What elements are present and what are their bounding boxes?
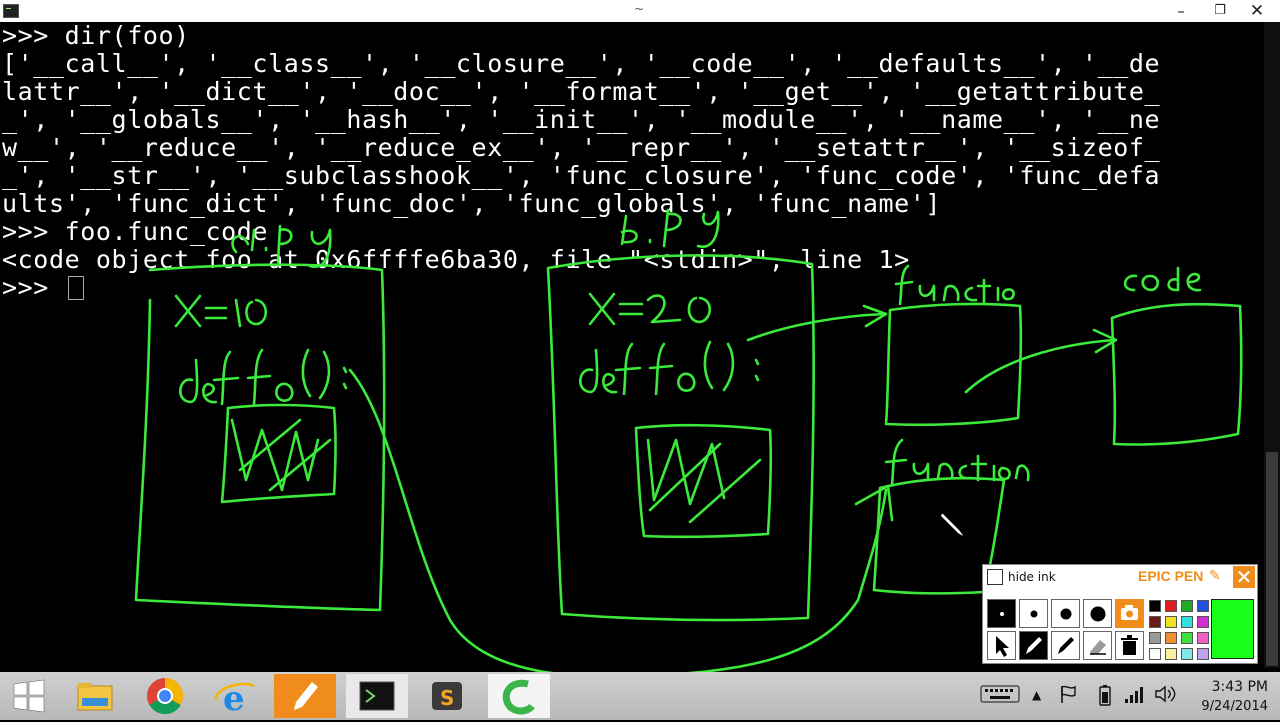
hide-ink-label[interactable]: hide ink	[1008, 570, 1056, 584]
pen-cursor-icon	[939, 510, 967, 539]
terminal-line: >>> foo.func_code	[2, 217, 269, 246]
network-signal-icon[interactable]	[1124, 684, 1146, 709]
taskbar: e S ▲ 3:43 PM 9/24/2014	[0, 672, 1280, 720]
svg-text:S: S	[440, 686, 454, 710]
trash-icon[interactable]	[1115, 631, 1144, 660]
highlighter-icon[interactable]	[1051, 631, 1080, 660]
pen-tool-icon[interactable]	[1019, 631, 1048, 660]
battery-icon[interactable]	[1098, 684, 1112, 711]
terminal-line: ['__call__', '__class__', '__closure__',…	[2, 49, 1161, 78]
brush-size-medium-button[interactable]	[1051, 599, 1080, 628]
epic-pen-taskbar-icon[interactable]	[274, 674, 336, 718]
eraser-icon[interactable]	[1083, 631, 1112, 660]
camtasia-icon[interactable]	[488, 674, 550, 718]
hide-ink-checkbox[interactable]	[987, 569, 1003, 585]
color-swatch[interactable]	[1197, 616, 1209, 628]
window-title-bar[interactable]: ~ – ❐ ✕	[0, 0, 1280, 22]
terminal-line: >>> dir(foo)	[2, 22, 190, 50]
action-center-flag-icon[interactable]	[1058, 684, 1078, 709]
terminal-prompt-line: >>>	[2, 273, 65, 302]
color-swatch[interactable]	[1181, 648, 1193, 660]
color-swatch[interactable]	[1165, 648, 1177, 660]
sublime-text-icon[interactable]: S	[416, 674, 478, 718]
color-swatch[interactable]	[1165, 616, 1177, 628]
terminal-app-icon[interactable]	[3, 4, 19, 18]
color-swatch[interactable]	[1197, 632, 1209, 644]
color-swatch[interactable]	[1149, 600, 1161, 612]
keyboard-icon[interactable]	[980, 684, 1020, 709]
pointer-icon[interactable]	[987, 631, 1016, 660]
show-hidden-icons-icon[interactable]: ▲	[1032, 688, 1041, 702]
maximize-button[interactable]: ❐	[1203, 0, 1237, 22]
terminal-line: _', '__globals__', '__hash__', '__init__…	[2, 105, 1161, 134]
color-swatch[interactable]	[1149, 616, 1161, 628]
brush-size-small-button[interactable]	[1019, 599, 1048, 628]
clock-time[interactable]: 3:43 PM	[1190, 679, 1268, 695]
color-swatch[interactable]	[1149, 632, 1161, 644]
terminal-line: _', '__str__', '__subclasshook__', 'func…	[2, 161, 1161, 190]
camera-icon[interactable]	[1115, 599, 1144, 628]
color-swatch[interactable]	[1197, 648, 1209, 660]
scrollbar-thumb[interactable]	[1266, 452, 1278, 666]
color-swatch[interactable]	[1197, 600, 1209, 612]
color-swatch[interactable]	[1181, 616, 1193, 628]
chrome-icon[interactable]	[134, 674, 196, 718]
minimize-button[interactable]: –	[1164, 0, 1198, 22]
internet-explorer-icon[interactable]: e	[204, 674, 266, 719]
color-swatch[interactable]	[1181, 632, 1193, 644]
volume-icon[interactable]	[1154, 684, 1178, 709]
color-swatch[interactable]	[1149, 648, 1161, 660]
terminal-line: <code object foo at 0x6ffffe6ba30, file …	[2, 245, 910, 274]
color-swatch[interactable]	[1165, 600, 1177, 612]
vertical-scrollbar[interactable]	[1264, 22, 1280, 668]
terminal-line: ults', 'func_dict', 'func_doc', 'func_gl…	[2, 189, 942, 218]
color-swatch[interactable]	[1165, 632, 1177, 644]
brush-size-tiny-button[interactable]	[987, 599, 1016, 628]
title-drag-marker: ~	[634, 2, 645, 16]
close-button[interactable]: ✕	[1240, 0, 1274, 22]
pencil-icon: ✎	[1209, 568, 1221, 584]
color-swatch[interactable]	[1181, 600, 1193, 612]
epic-pen-brand: EPIC PEN	[1138, 568, 1204, 584]
terminal-line: lattr__', '__dict__', '__doc__', '__form…	[2, 77, 1161, 106]
brush-size-large-button[interactable]	[1083, 599, 1112, 628]
epic-pen-close-button[interactable]: ✕	[1233, 566, 1255, 588]
epic-pen-toolbar: hide ink EPIC PEN ✎ ✕	[982, 564, 1258, 664]
file-explorer-icon[interactable]	[64, 674, 126, 718]
text-cursor	[68, 276, 84, 300]
start-button[interactable]	[0, 674, 60, 718]
selected-color-swatch[interactable]	[1211, 599, 1254, 659]
terminal-line: w__', '__reduce__', '__reduce_ex__', '__…	[2, 133, 1161, 162]
clock-date[interactable]: 9/24/2014	[1190, 699, 1268, 714]
terminal-taskbar-icon[interactable]	[346, 674, 408, 718]
